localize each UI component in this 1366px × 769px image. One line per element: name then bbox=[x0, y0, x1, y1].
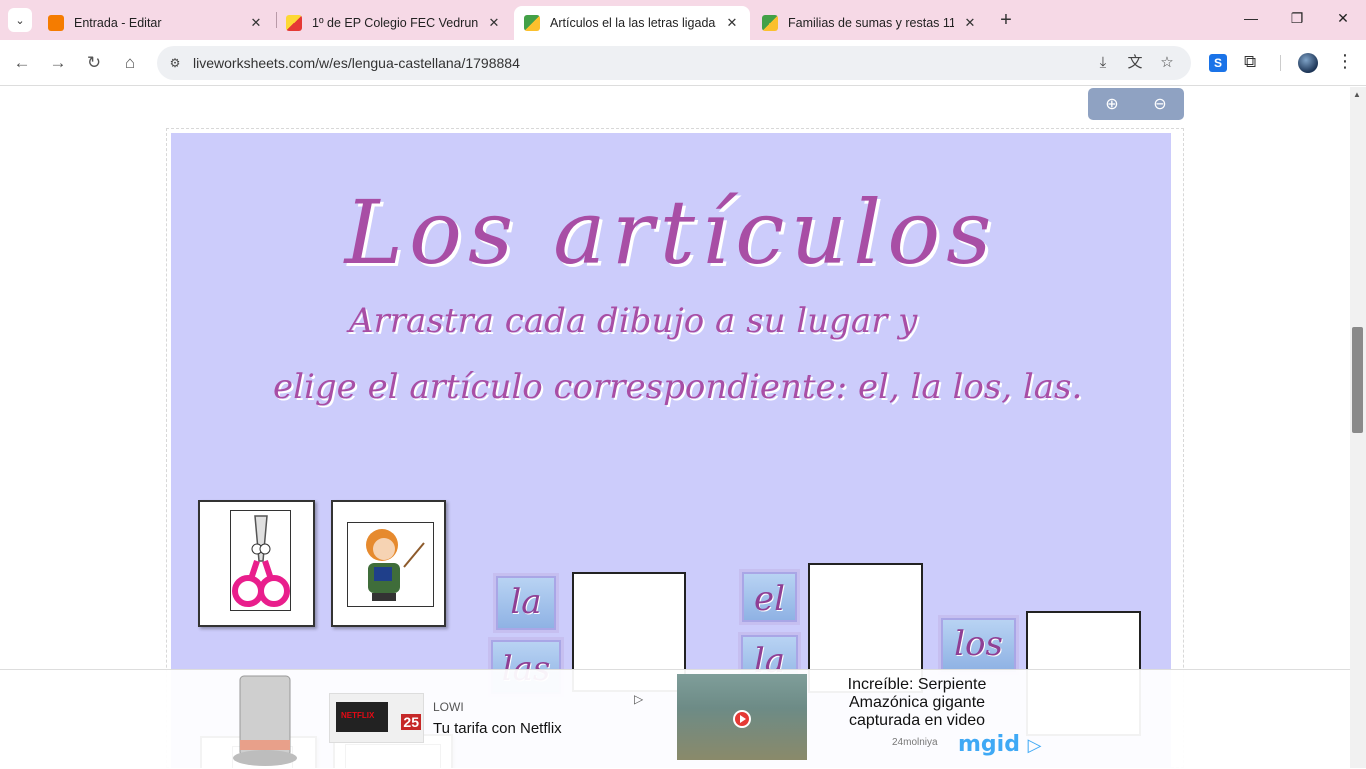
close-window-button[interactable]: ✕ bbox=[1333, 10, 1353, 27]
tab-title: Entrada - Editar bbox=[74, 16, 162, 30]
teacher-icon bbox=[366, 529, 425, 601]
maximize-button[interactable]: ❐ bbox=[1287, 10, 1307, 27]
lowi-ad-thumbnail[interactable]: NETFLIX 25 bbox=[329, 693, 424, 743]
scroll-up-arrow-icon[interactable]: ▲ bbox=[1353, 90, 1361, 99]
ad-headline-1[interactable]: Tu tarifa con Netflix bbox=[433, 720, 562, 737]
mgid-text: mgid bbox=[958, 732, 1020, 757]
price-badge: 25 bbox=[401, 714, 421, 730]
teacher-image-frame bbox=[347, 522, 434, 607]
browser-toolbar: ← → ↻ ⌂ ⚙ liveworksheets.com/w/es/lengua… bbox=[0, 40, 1366, 86]
mgid-logo[interactable]: mgid ▷ bbox=[958, 732, 1041, 757]
ad-source: 24molniya bbox=[892, 737, 938, 748]
article-tile-la[interactable]: la bbox=[496, 576, 556, 630]
extension-s-icon[interactable]: S bbox=[1209, 54, 1227, 72]
netflix-logo: NETFLIX bbox=[341, 711, 375, 720]
chrome-menu-icon[interactable]: ⋮ bbox=[1336, 51, 1354, 72]
home-button[interactable]: ⌂ bbox=[118, 51, 142, 75]
url-text[interactable]: liveworksheets.com/w/es/lengua-castellan… bbox=[193, 55, 520, 71]
instruction-line-1: Arrastra cada dibujo a su lugar y bbox=[349, 301, 918, 341]
new-tab-button[interactable]: + bbox=[995, 9, 1017, 32]
zoom-in-icon[interactable]: ⊕ bbox=[1105, 94, 1118, 114]
address-bar[interactable]: ⚙ liveworksheets.com/w/es/lengua-castell… bbox=[157, 46, 1191, 80]
worksheet-title: Los artículos bbox=[344, 181, 998, 284]
install-app-icon[interactable]: ⤓ bbox=[1093, 53, 1113, 73]
tab-close-icon[interactable]: ✕ bbox=[248, 15, 264, 31]
zoom-controls: ⊕ ⊖ bbox=[1088, 88, 1184, 120]
tab-strip: ⌄ Entrada - Editar ✕ 1º de EP Colegio FE… bbox=[0, 0, 1366, 40]
site-info-icon[interactable]: ⚙ bbox=[165, 53, 185, 73]
tab-title: Familias de sumas y restas 1125 bbox=[788, 16, 954, 30]
ad-choices-icon[interactable]: ▷ bbox=[634, 692, 643, 706]
tab-close-icon[interactable]: ✕ bbox=[962, 15, 978, 31]
tab-search-chevron-icon[interactable]: ⌄ bbox=[8, 8, 32, 32]
back-button[interactable]: ← bbox=[10, 51, 34, 75]
zoom-out-icon[interactable]: ⊖ bbox=[1153, 94, 1166, 114]
toolbar-divider bbox=[1280, 55, 1281, 71]
liveworksheets-favicon-icon bbox=[762, 15, 778, 31]
scissors-image-frame bbox=[230, 510, 291, 611]
profile-avatar[interactable] bbox=[1298, 53, 1318, 73]
snake-ad-thumbnail[interactable] bbox=[677, 674, 807, 760]
liveworksheets-favicon-icon bbox=[524, 15, 540, 31]
tab-colegio-fec-vedruna[interactable]: 1º de EP Colegio FEC Vedruna | ✕ bbox=[276, 6, 512, 40]
ad-banner: NETFLIX 25 LOWI Tu tarifa con Netflix ▷ … bbox=[0, 669, 1350, 768]
bookmark-star-icon[interactable]: ☆ bbox=[1157, 53, 1177, 73]
play-button-icon[interactable] bbox=[733, 710, 751, 728]
scissors-icon bbox=[232, 515, 290, 607]
ad-brand: LOWI bbox=[433, 700, 464, 714]
article-tile-el[interactable]: el bbox=[742, 572, 797, 622]
scroll-thumb[interactable] bbox=[1352, 327, 1363, 433]
reload-button[interactable]: ↻ bbox=[82, 51, 106, 75]
tab-title: Artículos el la las letras ligadas bbox=[550, 16, 716, 30]
tab-title: 1º de EP Colegio FEC Vedruna | bbox=[312, 16, 478, 30]
instruction-line-2: elige el artículo correspondiente: el, l… bbox=[273, 367, 1083, 407]
tab-close-icon[interactable]: ✕ bbox=[486, 15, 502, 31]
teacher-picture-card[interactable] bbox=[331, 500, 446, 627]
tab-close-icon[interactable]: ✕ bbox=[724, 15, 740, 31]
page-scrollbar[interactable]: ▲ bbox=[1350, 87, 1366, 768]
site-favicon-icon bbox=[286, 15, 302, 31]
ad-headline-2[interactable]: Increíble: Serpiente Amazónica gigante c… bbox=[822, 676, 1012, 730]
forward-button[interactable]: → bbox=[46, 51, 70, 75]
tab-articulos-active[interactable]: Artículos el la las letras ligadas ✕ bbox=[514, 6, 750, 40]
extensions-puzzle-icon[interactable]: ⧉ bbox=[1244, 52, 1256, 72]
minimize-button[interactable]: — bbox=[1241, 10, 1261, 26]
top-hat-image bbox=[233, 675, 297, 766]
laptop-screen: NETFLIX bbox=[336, 702, 388, 732]
tab-entrada-editar[interactable]: Entrada - Editar ✕ bbox=[38, 6, 274, 40]
translate-icon[interactable]: 文 bbox=[1125, 53, 1145, 73]
blogger-favicon-icon bbox=[48, 15, 64, 31]
scissors-picture-card[interactable] bbox=[198, 500, 315, 627]
page-content: ⊕ ⊖ Los artículos Arrastra cada dibujo a… bbox=[0, 87, 1350, 768]
tab-familias-sumas[interactable]: Familias de sumas y restas 1125 ✕ bbox=[752, 6, 988, 40]
article-tile-los[interactable]: los bbox=[941, 618, 1016, 672]
